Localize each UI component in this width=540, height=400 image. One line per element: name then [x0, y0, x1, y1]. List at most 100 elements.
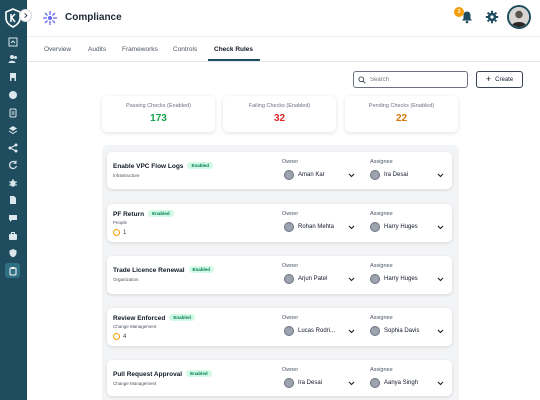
stat-label: Passing Checks (Enabled): [126, 103, 191, 109]
rule-category: Change Management: [113, 324, 157, 329]
stat-card-passing: Passing Checks (Enabled) 173: [102, 96, 215, 132]
owner-label: Owner: [282, 315, 299, 321]
owner-label: Owner: [282, 263, 299, 269]
rule-card[interactable]: Pull Request Approval Enabled Change Mana…: [107, 360, 452, 396]
tab-controls[interactable]: Controls: [173, 46, 197, 53]
stat-value: 22: [395, 113, 408, 124]
assignee-label: Assignee: [370, 263, 393, 269]
bug-icon[interactable]: [7, 177, 19, 189]
sidebar: [0, 0, 27, 400]
assignee-avatar: [370, 378, 380, 388]
rule-category: Organization: [113, 277, 139, 282]
stat-value: 173: [150, 113, 167, 124]
gear-icon[interactable]: [485, 10, 499, 24]
tab-audits[interactable]: Audits: [88, 46, 106, 53]
rule-category: Change Management: [113, 381, 157, 386]
stat-card-failing: Failing Checks (Enabled) 32: [223, 96, 336, 132]
top-header: Compliance 3: [27, 0, 540, 37]
rule-card[interactable]: Trade Licence Renewal Enabled Organizatio…: [107, 256, 452, 294]
rule-name: Review Enforced Enabled: [113, 314, 195, 322]
tab-check-rules[interactable]: Check Rules: [214, 46, 253, 53]
chevron-right-icon: [24, 12, 28, 19]
owner-select[interactable]: Aman Kar: [284, 170, 325, 180]
owner-select[interactable]: Arjun Patel: [284, 274, 327, 284]
stat-label: Failing Checks (Enabled): [248, 103, 311, 109]
search-box[interactable]: [353, 71, 468, 88]
rule-count: 1: [113, 229, 126, 236]
rule-name: PF Return Enabled: [113, 210, 174, 218]
layers-icon[interactable]: [7, 124, 19, 136]
tab-bar: Overview Audits Frameworks Controls Chec…: [27, 37, 540, 62]
owner-avatar: [284, 222, 294, 232]
rule-card[interactable]: PF Return Enabled People 1 Owner Rohan Me…: [107, 204, 452, 242]
dashboard-icon[interactable]: [7, 36, 19, 48]
owner-select[interactable]: Rohan Mehta: [284, 222, 334, 232]
status-pill: Enabled: [188, 266, 215, 273]
user-avatar[interactable]: [507, 5, 531, 29]
chat-icon[interactable]: [7, 212, 19, 224]
chevron-down-icon[interactable]: [437, 172, 444, 179]
chevron-down-icon[interactable]: [348, 172, 355, 179]
rule-name: Enable VPC Flow Logs Enabled: [113, 162, 213, 170]
assignee-select[interactable]: Ira Desai: [370, 170, 408, 180]
chevron-down-icon[interactable]: [437, 328, 444, 335]
assignee-avatar: [370, 326, 380, 336]
tab-frameworks[interactable]: Frameworks: [122, 46, 158, 53]
compliance-app-icon: [43, 11, 57, 25]
status-pill: Enabled: [169, 314, 195, 321]
stat-card-pending: Pending Checks (Enabled) 22: [345, 96, 458, 132]
collapse-sidebar-button[interactable]: [19, 9, 32, 22]
assignee-avatar: [370, 170, 380, 180]
status-pill: Enabled: [187, 162, 213, 169]
rule-count: 4: [113, 333, 126, 340]
stat-value: 32: [273, 113, 286, 124]
owner-label: Owner: [282, 211, 299, 217]
briefcase-icon[interactable]: [7, 230, 19, 242]
assignee-select[interactable]: Harry Huges: [370, 274, 418, 284]
assignee-select[interactable]: Sophia Davis: [370, 326, 419, 336]
refresh-icon[interactable]: [7, 159, 19, 171]
assignee-label: Assignee: [370, 211, 393, 217]
assignee-label: Assignee: [370, 159, 393, 165]
assignee-avatar: [370, 274, 380, 284]
stat-label: Pending Checks (Enabled): [368, 103, 435, 109]
create-button-label: Create: [495, 76, 514, 83]
search-input[interactable]: [370, 76, 460, 83]
assignee-label: Assignee: [370, 315, 393, 321]
chevron-down-icon[interactable]: [437, 276, 444, 283]
coin-icon: [113, 229, 120, 236]
document-icon[interactable]: [7, 107, 19, 119]
globe-icon[interactable]: [7, 89, 19, 101]
clipboard-icon[interactable]: [5, 263, 20, 278]
owner-avatar: [284, 326, 294, 336]
chevron-down-icon[interactable]: [348, 380, 355, 387]
file-icon[interactable]: [7, 194, 19, 206]
building-icon[interactable]: [7, 71, 19, 83]
tab-overview[interactable]: Overview: [44, 46, 71, 53]
shield-icon[interactable]: [7, 247, 19, 259]
rule-card[interactable]: Enable VPC Flow Logs Enabled Infrastructu…: [107, 152, 452, 189]
chevron-down-icon[interactable]: [348, 224, 355, 231]
plus-icon: +: [485, 74, 492, 84]
share-icon[interactable]: [7, 142, 19, 154]
owner-avatar: [284, 274, 294, 284]
owner-select[interactable]: Lucas Rodri...: [284, 326, 335, 336]
create-button[interactable]: + Create: [476, 71, 523, 88]
owner-select[interactable]: Ira Desai: [284, 378, 322, 388]
rule-category: People: [113, 220, 128, 225]
rule-name: Pull Request Approval Enabled: [113, 370, 212, 378]
owner-avatar: [284, 170, 294, 180]
people-icon[interactable]: [7, 53, 19, 65]
assignee-select[interactable]: Harry Huges: [370, 222, 418, 232]
chevron-down-icon[interactable]: [348, 276, 355, 283]
chevron-down-icon[interactable]: [437, 380, 444, 387]
status-pill: Enabled: [148, 210, 174, 217]
owner-avatar: [284, 378, 294, 388]
coin-icon: [113, 333, 120, 340]
chevron-down-icon[interactable]: [348, 328, 355, 335]
owner-label: Owner: [282, 159, 299, 165]
owner-label: Owner: [282, 367, 299, 373]
assignee-select[interactable]: Aanya Singh: [370, 378, 418, 388]
chevron-down-icon[interactable]: [437, 224, 444, 231]
rule-card[interactable]: Review Enforced Enabled Change Management…: [107, 308, 452, 346]
